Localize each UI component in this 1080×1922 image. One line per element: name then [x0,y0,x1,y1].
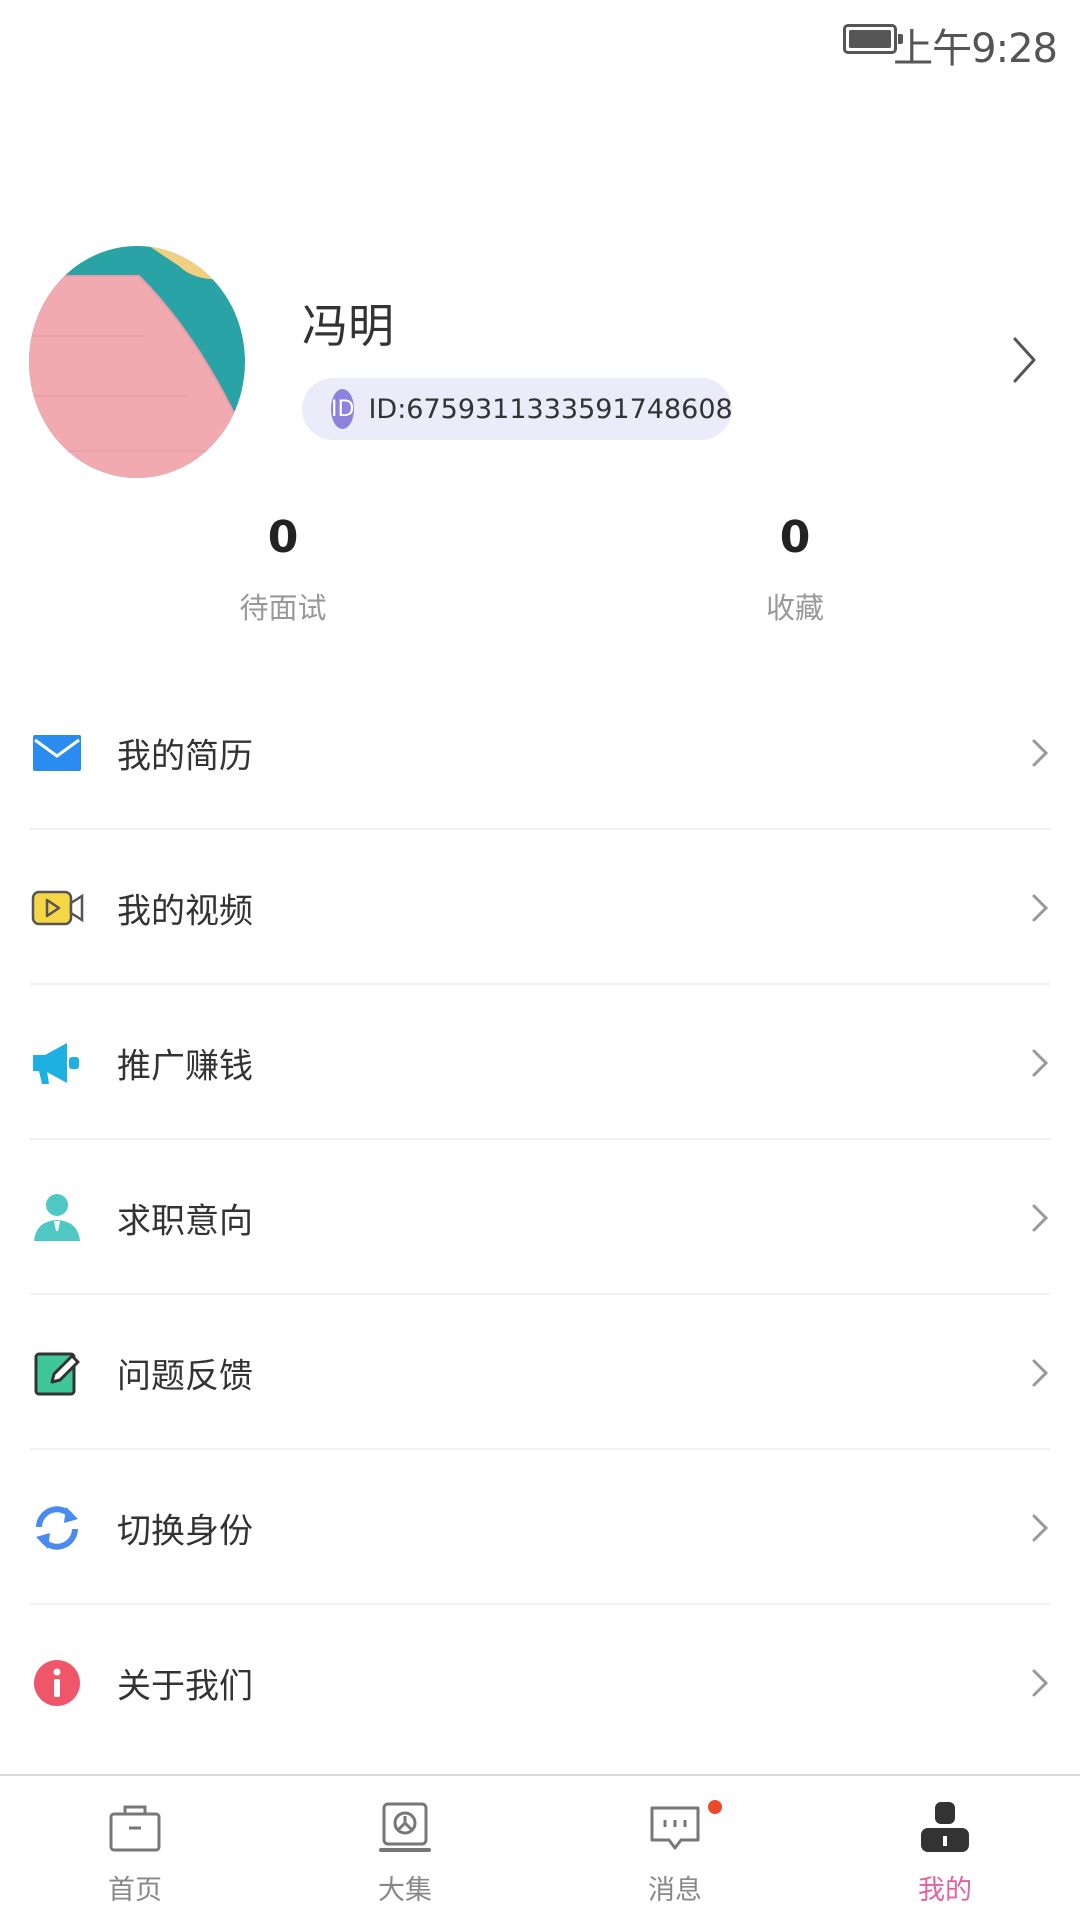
profile-icon [917,1800,973,1856]
nav-label: 我的 [918,1875,972,1906]
nav-label: 首页 [108,1875,162,1906]
chevron-right-icon [1030,1668,1050,1698]
briefcase-icon [107,1800,163,1856]
menu-item-resume[interactable]: 我的简历 [0,675,1080,830]
user-id-text: ID:6759311333591748608 [368,393,733,425]
message-icon [647,1800,703,1856]
avatar[interactable] [29,246,245,478]
menu-item-feedback[interactable]: 问题反馈 [0,1295,1080,1450]
stat-label: 收藏 [765,591,824,625]
menu-label: 我的简历 [117,736,253,776]
menu-label: 推广赚钱 [117,1046,253,1086]
edit-icon [30,1346,84,1400]
nav-tab-home[interactable]: 首页 [0,1776,270,1922]
nav-tab-profile[interactable]: 我的 [810,1776,1080,1922]
menu-label: 切换身份 [117,1511,253,1551]
status-time: 上午9:28 [893,26,1058,72]
bottom-nav: 首页 大集 消息 我的 [0,1774,1080,1920]
stat-label: 待面试 [239,591,327,625]
user-name: 冯明 [302,299,394,353]
battery-icon [843,24,903,54]
stat-pending-interview[interactable]: 0 待面试 [153,512,413,627]
menu-label: 求职意向 [117,1201,253,1241]
video-icon [30,881,84,935]
user-id-pill: ID ID:6759311333591748608 [302,378,733,440]
chevron-right-icon [1030,893,1050,923]
chevron-right-icon [1030,1358,1050,1388]
megaphone-icon [30,1036,84,1090]
stat-value: 0 [779,512,811,563]
menu-item-video[interactable]: 我的视频 [0,830,1080,985]
menu-list: 我的简历 我的视频 推广赚钱 求职意向 问题反馈 切换身份 关于我们 [0,675,1080,1760]
chevron-right-icon [1030,1513,1050,1543]
menu-item-switch-identity[interactable]: 切换身份 [0,1450,1080,1605]
menu-item-promote[interactable]: 推广赚钱 [0,985,1080,1140]
stat-value: 0 [267,512,299,563]
chevron-right-icon [1030,1048,1050,1078]
chevron-right-icon [1030,738,1050,768]
info-icon [30,1656,84,1710]
status-bar: 上午9:28 [0,0,1080,80]
chevron-right-icon [1030,1203,1050,1233]
menu-label: 我的视频 [117,891,253,931]
profile-chevron-icon[interactable] [1012,336,1038,388]
menu-item-about[interactable]: 关于我们 [0,1605,1080,1760]
nav-label: 大集 [378,1875,432,1906]
notification-badge-dot [708,1800,722,1814]
market-icon [377,1800,433,1856]
menu-label: 关于我们 [117,1666,253,1706]
nav-tab-market[interactable]: 大集 [270,1776,540,1922]
nav-tab-messages[interactable]: 消息 [540,1776,810,1922]
mail-icon [30,726,84,780]
stat-favorites[interactable]: 0 收藏 [665,512,925,627]
id-badge-icon: ID [331,389,355,429]
refresh-icon [30,1501,84,1555]
user-icon [30,1191,84,1245]
menu-item-job-intention[interactable]: 求职意向 [0,1140,1080,1295]
nav-label: 消息 [648,1875,702,1906]
menu-label: 问题反馈 [117,1356,253,1396]
